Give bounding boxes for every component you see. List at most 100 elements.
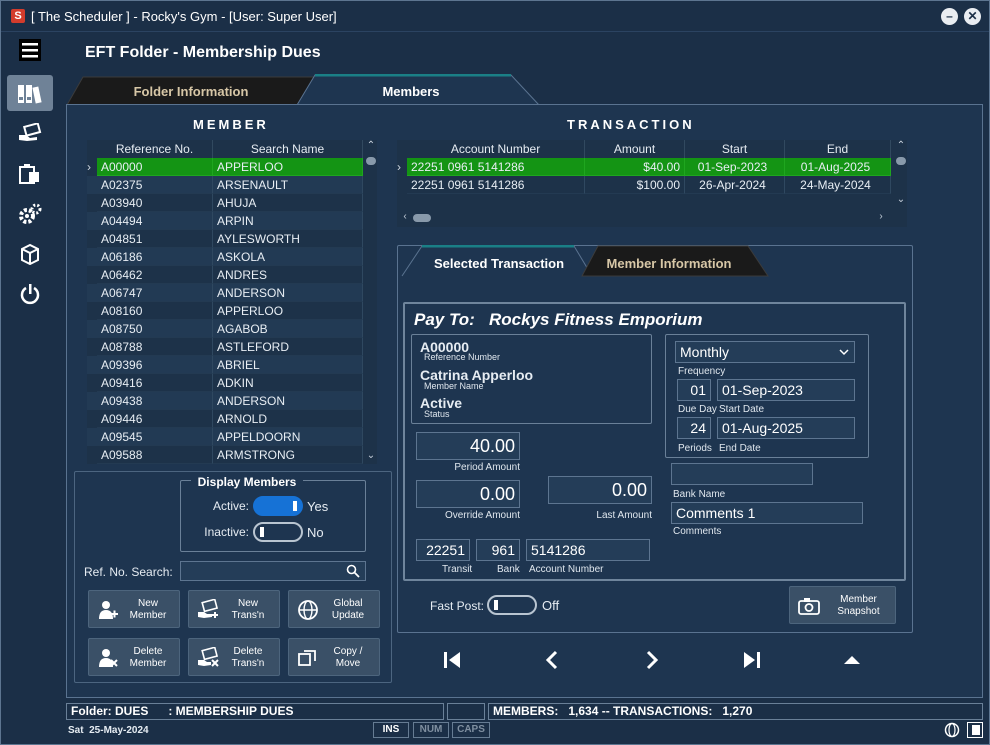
menu-icon[interactable] <box>7 36 53 64</box>
folders-icon[interactable] <box>7 75 53 111</box>
end-date-field[interactable]: 01-Aug-2025 <box>717 417 855 439</box>
bank-field[interactable]: 961 <box>476 539 520 561</box>
new-member-button[interactable]: New Member <box>88 590 180 628</box>
member-row[interactable]: A04851 AYLESWORTH <box>87 230 363 248</box>
frequency-label: Frequency <box>678 366 726 377</box>
column-header-amount[interactable]: Amount <box>585 140 685 158</box>
collapse-up-icon[interactable] <box>841 649 863 671</box>
transit-field[interactable]: 22251 <box>416 539 470 561</box>
previous-record-icon[interactable] <box>541 649 563 671</box>
camera-icon <box>798 598 820 615</box>
delete-transaction-button[interactable]: Delete Trans'n <box>188 638 280 676</box>
transaction-grid-header: Account Number Amount Start End <box>397 140 891 158</box>
minimize-icon[interactable]: – <box>941 8 958 25</box>
member-grid: Reference No. Search Name › A00000 APPERLO… <box>87 140 377 464</box>
status-folder: Folder: DUES : MEMBERSHIP DUES <box>66 703 444 720</box>
frequency-select[interactable]: Monthly <box>675 341 855 363</box>
settings-gears-icon[interactable] <box>7 195 53 231</box>
search-name-cell: ANDRES <box>213 266 363 284</box>
add-user-icon <box>99 601 118 619</box>
scroll-up-icon[interactable]: ⌃ <box>895 140 907 151</box>
member-row[interactable]: A08788 ASTLEFORD <box>87 338 363 356</box>
column-header-search-name[interactable]: Search Name <box>213 140 363 158</box>
start-date-field[interactable]: 01-Sep-2023 <box>717 379 855 401</box>
transaction-scrollbar-v[interactable]: ⌃ ⌄ <box>895 140 907 210</box>
subtab-member-information[interactable]: Member Information <box>593 249 745 277</box>
scroll-up-icon[interactable]: ⌃ <box>365 140 377 151</box>
scroll-thumb-h[interactable] <box>413 214 431 222</box>
last-record-icon[interactable] <box>741 649 763 671</box>
periods-field[interactable]: 24 <box>677 417 711 439</box>
scroll-right-icon[interactable]: › <box>875 211 887 222</box>
transaction-row[interactable]: 22251 0961 5141286 $100.00 26-Apr-2024 24-M… <box>397 176 891 194</box>
next-record-icon[interactable] <box>641 649 663 671</box>
subtab-selected-transaction[interactable]: Selected Transaction <box>421 249 577 277</box>
tab-folder-information[interactable]: Folder Information <box>81 77 301 105</box>
copy-move-button[interactable]: Copy / Move <box>288 638 380 676</box>
member-row[interactable]: A09438 ANDERSON <box>87 392 363 410</box>
member-row[interactable]: A09588 ARMSTRONG <box>87 446 363 464</box>
member-row[interactable]: A09446 ARNOLD <box>87 410 363 428</box>
transaction-row[interactable]: › 22251 0961 5141286 $40.00 01-Sep-2023 01-A… <box>397 158 891 176</box>
search-name-cell: ANDERSON <box>213 392 363 410</box>
close-icon[interactable]: ✕ <box>964 8 981 25</box>
search-name-cell: ARPIN <box>213 212 363 230</box>
globe-status-icon[interactable] <box>944 722 960 738</box>
override-amount-field[interactable]: 0.00 <box>416 480 520 508</box>
column-header-start[interactable]: Start <box>685 140 785 158</box>
scroll-thumb[interactable] <box>896 157 906 165</box>
package-icon[interactable] <box>7 235 53 271</box>
member-row[interactable]: A06747 ANDERSON <box>87 284 363 302</box>
end-cell: 01-Aug-2025 <box>785 158 891 176</box>
column-header-account-number[interactable]: Account Number <box>407 140 585 158</box>
member-row[interactable]: A02375 ARSENAULT <box>87 176 363 194</box>
scroll-down-icon[interactable]: ⌄ <box>365 450 377 461</box>
transit-label: Transit <box>442 564 473 575</box>
member-scrollbar[interactable]: ⌃ ⌄ <box>365 140 377 464</box>
account-number-cell: 22251 0961 5141286 <box>407 158 585 176</box>
search-icon[interactable] <box>346 564 360 578</box>
ref-search-input[interactable] <box>180 561 366 581</box>
member-snapshot-button[interactable]: Member Snapshot <box>789 586 896 624</box>
first-record-icon[interactable] <box>441 649 463 671</box>
active-toggle[interactable] <box>253 496 303 516</box>
resize-grip-icon[interactable] <box>967 722 983 738</box>
end-cell: 24-May-2024 <box>785 176 891 194</box>
bank-name-field[interactable] <box>671 463 813 485</box>
column-header-reference[interactable]: Reference No. <box>97 140 213 158</box>
chevron-down-icon[interactable] <box>839 348 849 356</box>
transaction-hand-icon[interactable] <box>7 115 53 151</box>
member-row[interactable]: A09416 ADKIN <box>87 374 363 392</box>
scroll-thumb[interactable] <box>366 157 376 165</box>
member-row[interactable]: A09396 ABRIEL <box>87 356 363 374</box>
member-row[interactable]: A06462 ANDRES <box>87 266 363 284</box>
new-transaction-button[interactable]: New Trans'n <box>188 590 280 628</box>
fast-post-toggle[interactable] <box>487 595 537 615</box>
delete-member-button[interactable]: Delete Member <box>88 638 180 676</box>
member-row[interactable]: A09545 APPELDOORN <box>87 428 363 446</box>
member-row[interactable]: A08160 APPERLOO <box>87 302 363 320</box>
sidebar <box>1 32 59 702</box>
last-amount-field[interactable]: 0.00 <box>548 476 652 504</box>
column-header-end[interactable]: End <box>785 140 891 158</box>
member-row[interactable]: A08750 AGABOB <box>87 320 363 338</box>
caps-indicator: CAPS <box>452 722 490 738</box>
search-name-cell: AYLESWORTH <box>213 230 363 248</box>
comments-field[interactable]: Comments 1 <box>671 502 863 524</box>
transaction-scrollbar-h[interactable]: ‹ › <box>397 211 891 225</box>
due-day-field[interactable]: 01 <box>677 379 711 401</box>
period-amount-field[interactable]: 40.00 <box>416 432 520 460</box>
inactive-toggle[interactable] <box>253 522 303 542</box>
account-number-field[interactable]: 5141286 <box>526 539 650 561</box>
current-row-indicator-icon: › <box>87 158 97 176</box>
power-icon[interactable] <box>7 275 53 311</box>
member-row[interactable]: › A00000 APPERLOO <box>87 158 363 176</box>
tab-members[interactable]: Members <box>321 77 501 105</box>
scroll-down-icon[interactable]: ⌄ <box>895 194 907 205</box>
member-row[interactable]: A06186 ASKOLA <box>87 248 363 266</box>
scroll-left-icon[interactable]: ‹ <box>399 211 411 222</box>
member-row[interactable]: A03940 AHUJA <box>87 194 363 212</box>
clipboard-icon[interactable] <box>7 155 53 191</box>
member-row[interactable]: A04494 ARPIN <box>87 212 363 230</box>
global-update-button[interactable]: Global Update <box>288 590 380 628</box>
